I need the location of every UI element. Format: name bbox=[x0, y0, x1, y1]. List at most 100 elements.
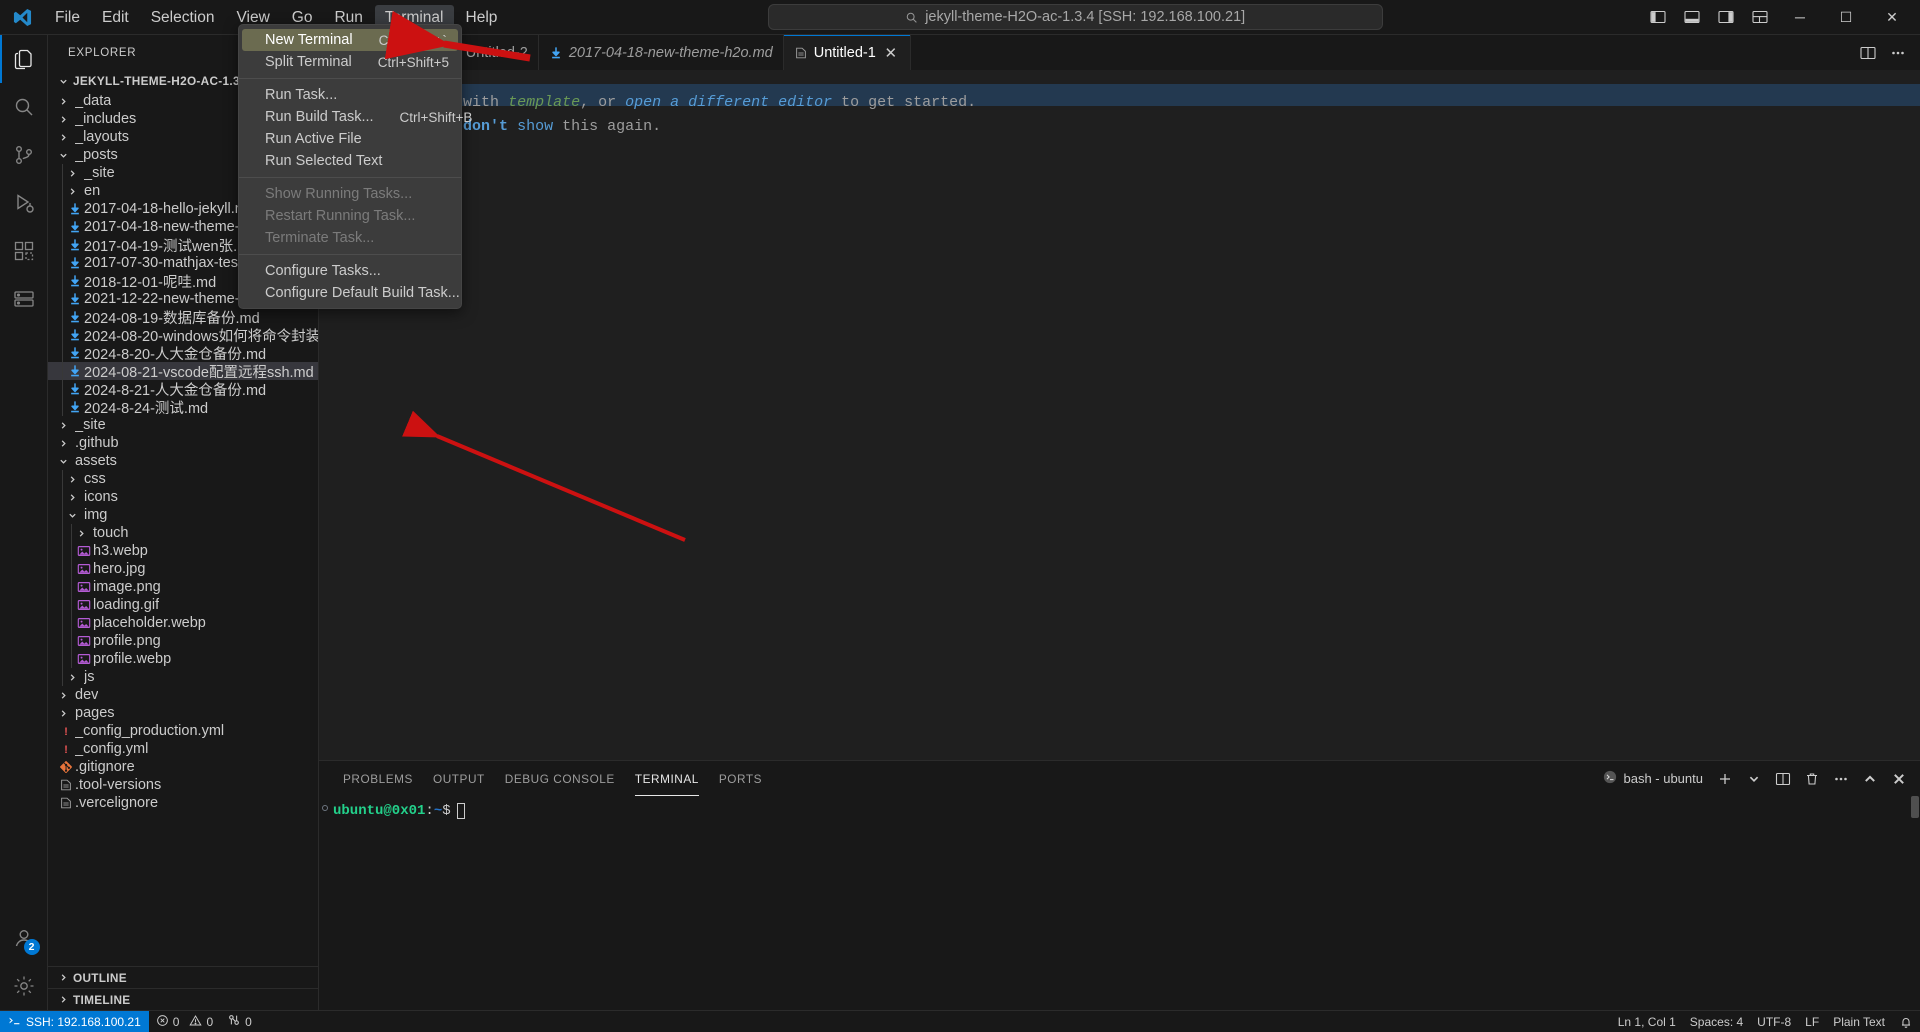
window-maximize-button[interactable]: ☐ bbox=[1824, 0, 1868, 34]
menu-selection[interactable]: Selection bbox=[141, 5, 225, 30]
chevron-right-icon[interactable] bbox=[56, 439, 70, 448]
tree-row[interactable]: _site bbox=[48, 416, 318, 434]
editor-tabs[interactable]: …程ssh.mdUntitled-22017-04-18-new-theme-h… bbox=[319, 35, 1854, 70]
activity-run-debug-icon[interactable] bbox=[0, 179, 48, 227]
activity-source-control-icon[interactable] bbox=[0, 131, 48, 179]
activity-settings-gear-icon[interactable] bbox=[0, 962, 48, 1010]
menu-item-run-active-file[interactable]: Run Active File bbox=[239, 128, 461, 150]
chevron-right-icon[interactable] bbox=[56, 115, 70, 124]
editor-tab[interactable]: Untitled-1 ✕ bbox=[783, 35, 911, 70]
chevron-right-icon[interactable] bbox=[65, 493, 79, 502]
tree-row[interactable]: h3.webp bbox=[48, 542, 318, 560]
menu-item-run-task[interactable]: Run Task... bbox=[239, 84, 461, 106]
tree-row[interactable]: 2024-8-24-测试.md bbox=[48, 398, 318, 417]
tree-row[interactable]: pages bbox=[48, 704, 318, 722]
chevron-down-icon[interactable] bbox=[65, 511, 79, 520]
split-editor-right-icon[interactable] bbox=[1854, 39, 1882, 67]
activity-remote-explorer-icon[interactable] bbox=[0, 275, 48, 323]
menu-item-run-build-task[interactable]: Run Build Task... Ctrl+Shift+B bbox=[239, 106, 472, 128]
editor-more-actions-icon[interactable] bbox=[1884, 39, 1912, 67]
menu-file[interactable]: File bbox=[45, 5, 90, 30]
customize-layout-icon[interactable] bbox=[1744, 2, 1776, 32]
tree-row[interactable]: 2024-8-20-人大金仓备份.md bbox=[48, 344, 318, 363]
tree-row[interactable]: 2024-8-21-人大金仓备份.md bbox=[48, 380, 318, 399]
tree-row[interactable]: .gitignore bbox=[48, 758, 318, 776]
tree-row[interactable]: dev bbox=[48, 686, 318, 704]
activity-extensions-icon[interactable] bbox=[0, 227, 48, 275]
toggle-panel-icon[interactable] bbox=[1676, 2, 1708, 32]
terminal-selector[interactable]: bash - ubuntu bbox=[1597, 768, 1709, 789]
chevron-right-icon[interactable] bbox=[56, 709, 70, 718]
tree-row[interactable]: css bbox=[48, 470, 318, 488]
new-terminal-plus-icon[interactable] bbox=[1712, 766, 1738, 792]
chevron-right-icon[interactable] bbox=[65, 169, 79, 178]
chevron-right-icon[interactable] bbox=[56, 133, 70, 142]
terminal-menu-dropdown[interactable]: New Terminal Ctrl+Shift+` Split Terminal Ct… bbox=[238, 24, 472, 309]
sidebar-section-outline[interactable]: OUTLINE bbox=[48, 966, 318, 988]
tree-row[interactable]: js bbox=[48, 668, 318, 686]
maximize-panel-icon[interactable] bbox=[1857, 766, 1883, 792]
tree-row[interactable]: hero.jpg bbox=[48, 560, 318, 578]
chevron-down-icon[interactable] bbox=[56, 457, 70, 466]
status-cursor-position[interactable]: Ln 1, Col 1 bbox=[1611, 1015, 1683, 1029]
activity-accounts-icon[interactable]: 2 bbox=[0, 914, 48, 962]
status-problems[interactable]: 0 0 bbox=[149, 1011, 220, 1032]
tree-row[interactable]: .tool-versions bbox=[48, 776, 318, 794]
menu-item-new-terminal[interactable]: New Terminal Ctrl+Shift+` bbox=[242, 29, 458, 51]
status-eol[interactable]: LF bbox=[1798, 1015, 1826, 1029]
command-center[interactable]: jekyll-theme-H2O-ac-1.3.4 [SSH: 192.168.… bbox=[767, 4, 1383, 30]
chevron-right-icon[interactable] bbox=[74, 529, 88, 538]
menu-help[interactable]: Help bbox=[456, 5, 508, 30]
tree-row[interactable]: profile.png bbox=[48, 632, 318, 650]
tree-row[interactable]: assets bbox=[48, 452, 318, 470]
tree-row[interactable]: 2024-08-19-数据库备份.md bbox=[48, 308, 318, 327]
chevron-down-icon[interactable] bbox=[56, 151, 70, 160]
terminal-scrollbar[interactable] bbox=[1910, 796, 1920, 1010]
chevron-right-icon[interactable] bbox=[65, 673, 79, 682]
chevron-right-icon[interactable] bbox=[56, 97, 70, 106]
status-remote-host[interactable]: SSH: 192.168.100.21 bbox=[0, 1011, 149, 1032]
tree-row[interactable]: icons bbox=[48, 488, 318, 506]
panel-tabs[interactable]: PROBLEMS OUTPUT DEBUG CONSOLE TERMINAL PORTS bbox=[333, 761, 772, 796]
editor-surface[interactable]: nguage, or fill with template, or open a… bbox=[319, 70, 1920, 760]
status-indentation[interactable]: Spaces: 4 bbox=[1683, 1015, 1750, 1029]
close-icon[interactable]: ✕ bbox=[882, 44, 900, 62]
panel-tab[interactable]: PORTS bbox=[709, 761, 772, 796]
tree-row[interactable]: image.png bbox=[48, 578, 318, 596]
chevron-right-icon[interactable] bbox=[56, 421, 70, 430]
tree-row[interactable]: ! _config_production.yml bbox=[48, 722, 318, 740]
panel-more-actions-icon[interactable] bbox=[1828, 766, 1854, 792]
tree-row[interactable]: 2024-08-21-vscode配置远程ssh.md bbox=[48, 362, 318, 381]
tree-row[interactable]: loading.gif bbox=[48, 596, 318, 614]
tree-row[interactable]: touch bbox=[48, 524, 318, 542]
menu-edit[interactable]: Edit bbox=[92, 5, 139, 30]
tree-row[interactable]: placeholder.webp bbox=[48, 614, 318, 632]
status-notifications-bell-icon[interactable] bbox=[1892, 1015, 1920, 1029]
tree-row[interactable]: .github bbox=[48, 434, 318, 452]
status-ports[interactable]: 0 bbox=[220, 1011, 259, 1032]
status-encoding[interactable]: UTF-8 bbox=[1750, 1015, 1798, 1029]
toggle-secondary-sidebar-icon[interactable] bbox=[1710, 2, 1742, 32]
window-close-button[interactable]: ✕ bbox=[1870, 0, 1914, 34]
split-terminal-icon[interactable] bbox=[1770, 766, 1796, 792]
chevron-right-icon[interactable] bbox=[56, 691, 70, 700]
sidebar-section-timeline[interactable]: TIMELINE bbox=[48, 988, 318, 1010]
tree-row[interactable]: img bbox=[48, 506, 318, 524]
panel-tab[interactable]: PROBLEMS bbox=[333, 761, 423, 796]
chevron-right-icon[interactable] bbox=[65, 475, 79, 484]
terminal-dropdown-chevron-icon[interactable] bbox=[1741, 766, 1767, 792]
editor-tab[interactable]: 2017-04-18-new-theme-h2o.md bbox=[538, 35, 784, 70]
terminal-scrollbar-thumb[interactable] bbox=[1911, 796, 1919, 818]
menu-item-configure-tasks[interactable]: Configure Tasks... bbox=[239, 260, 461, 282]
terminal-body[interactable]: ubuntu@0x01: ~ $ bbox=[319, 796, 1920, 1010]
window-minimize-button[interactable]: ─ bbox=[1778, 0, 1822, 34]
close-panel-icon[interactable] bbox=[1886, 766, 1912, 792]
tree-row[interactable]: profile.webp bbox=[48, 650, 318, 668]
kill-terminal-trash-icon[interactable] bbox=[1799, 766, 1825, 792]
panel-tab[interactable]: DEBUG CONSOLE bbox=[495, 761, 625, 796]
activity-explorer-icon[interactable] bbox=[0, 35, 48, 83]
panel-tab[interactable]: TERMINAL bbox=[625, 761, 709, 796]
tree-row[interactable]: ! _config.yml bbox=[48, 740, 318, 758]
menu-item-configure-default-build-task[interactable]: Configure Default Build Task... bbox=[239, 282, 461, 304]
status-language-mode[interactable]: Plain Text bbox=[1826, 1015, 1892, 1029]
